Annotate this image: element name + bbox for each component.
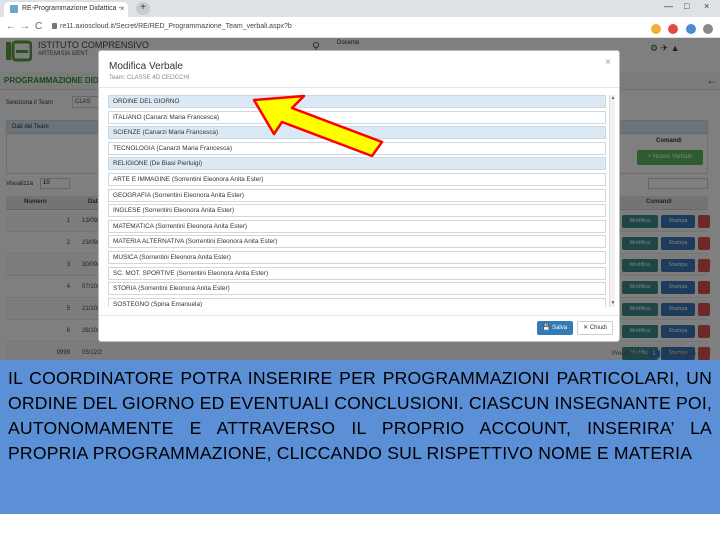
subject-list-item[interactable]: MATEMATICA (Sorrentini Eleonora Anita Es…: [108, 219, 606, 233]
close-button[interactable]: ✕ Chiudi: [577, 321, 613, 335]
star-icon[interactable]: [651, 24, 661, 34]
lock-icon: [52, 23, 57, 29]
close-label: Chiudi: [589, 325, 607, 331]
subject-list-item[interactable]: ARTE E IMMAGINE (Sorrentini Eleonora Ani…: [108, 173, 606, 186]
divider: [99, 315, 619, 316]
modal-subtitle: Team: CLASSE 4D CEOCCHI: [109, 75, 190, 81]
divider: [99, 87, 619, 88]
extension-icons: [648, 21, 714, 34]
browser-tabstrip: RE-Programmazione Didattica - × + — □ ×: [0, 0, 720, 17]
subject-list-item[interactable]: MATERIA ALTERNATIVA (Sorrentini Eleonora…: [108, 235, 606, 249]
caption-text: IL COORDINATORE POTRA INSERIRE PER PROGR…: [0, 360, 720, 514]
annotation-arrow-icon: [252, 94, 384, 158]
tab-title: RE-Programmazione Didattica -: [22, 5, 121, 12]
subject-list-item[interactable]: STORIA (Sorrentini Eleonora Anita Ester): [108, 282, 606, 296]
favicon-icon: [10, 5, 18, 13]
back-nav-icon[interactable]: ←: [6, 21, 16, 32]
window-close-icon[interactable]: ×: [704, 1, 709, 11]
profile-icon[interactable]: [703, 24, 714, 34]
extension-icon[interactable]: [668, 24, 679, 34]
maximize-icon[interactable]: □: [684, 1, 689, 11]
subject-list-item[interactable]: INGLESE (Sorrentini Eleonora Anita Ester…: [108, 204, 606, 218]
forward-nav-icon[interactable]: →: [20, 21, 30, 32]
minimize-icon[interactable]: —: [664, 1, 673, 11]
list-scrollbar[interactable]: ▲ ▼: [609, 95, 615, 307]
address-bar-url[interactable]: re11.axioscloud.it/Secret/RE/RED_Program…: [60, 23, 292, 30]
new-tab-button[interactable]: +: [136, 2, 150, 15]
scroll-up-icon[interactable]: ▲: [610, 95, 616, 101]
subject-list-item[interactable]: GEOGRAFIA (Sorrentini Eleonora Anita Est…: [108, 188, 606, 202]
subject-list-item[interactable]: MUSICA (Sorrentini Eleonora Anita Ester): [108, 251, 606, 264]
screenshot-stage: RE-Programmazione Didattica - × + — □ × …: [0, 0, 720, 540]
address-bar-row: ← → C re11.axioscloud.it/Secret/RE/RED_P…: [0, 17, 720, 38]
reload-icon[interactable]: C: [35, 21, 42, 32]
save-button[interactable]: 💾 Salva: [537, 321, 573, 335]
modal-title: Modifica Verbale: [109, 61, 183, 72]
subject-list-item[interactable]: SC. MOT. SPORTIVE (Sorrentini Eleonora A…: [108, 266, 606, 280]
subject-list-item[interactable]: SOSTEGNO (Spina Emanuela): [108, 297, 606, 307]
save-label: Salva: [552, 325, 568, 331]
scroll-down-icon[interactable]: ▼: [610, 300, 616, 306]
close-icon[interactable]: ×: [605, 57, 611, 68]
tab-close-icon[interactable]: ×: [120, 4, 125, 13]
extension-icon[interactable]: [685, 24, 696, 34]
browser-tab[interactable]: RE-Programmazione Didattica - ×: [4, 2, 128, 17]
